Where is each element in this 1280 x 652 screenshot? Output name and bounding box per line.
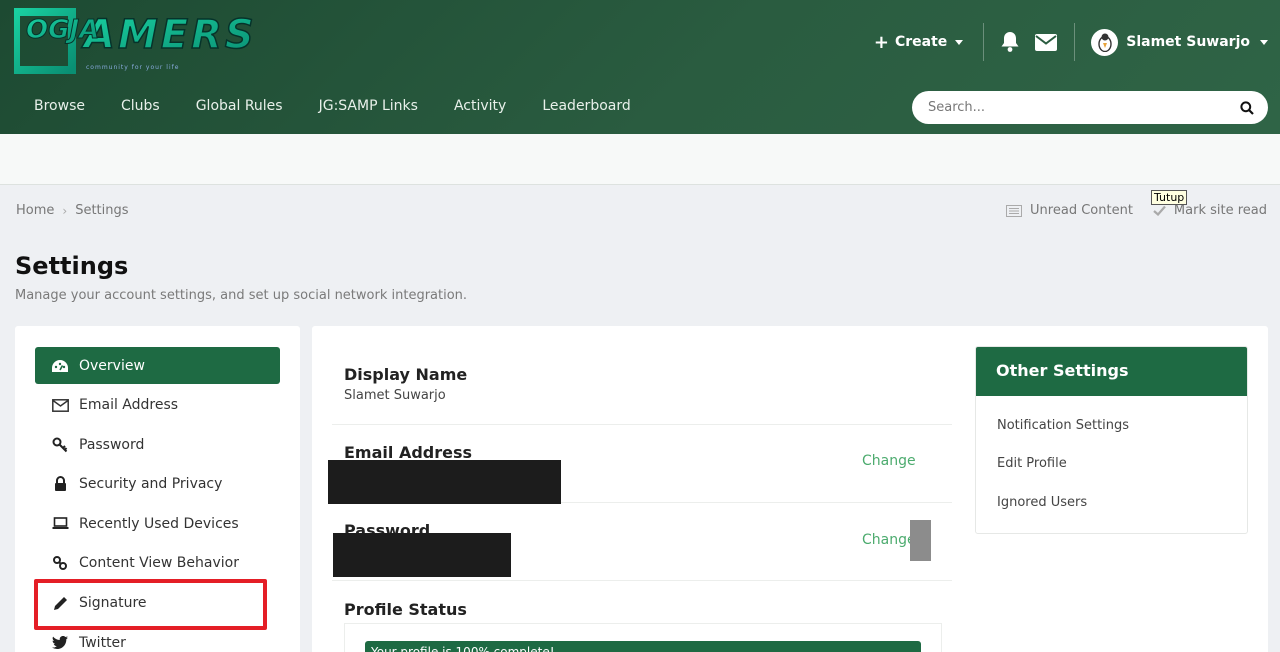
nav-activity[interactable]: Activity xyxy=(436,92,524,120)
display-name-row: Display Name Slamet Suwarjo xyxy=(332,326,952,425)
email-row: Email Address Change xyxy=(328,425,952,504)
breadcrumb-current[interactable]: Settings xyxy=(75,203,128,218)
profile-progress-fill: Your profile is 100% complete! xyxy=(365,641,921,652)
newspaper-icon xyxy=(1006,204,1023,217)
dashboard-icon xyxy=(51,357,69,375)
notifications-button[interactable] xyxy=(992,22,1028,62)
twitter-icon xyxy=(51,634,69,652)
top-actions: + Create Slamet Suwarjo xyxy=(874,22,1268,62)
link-icon xyxy=(51,554,69,572)
display-name-value: Slamet Suwarjo xyxy=(344,388,446,403)
lock-icon xyxy=(51,475,69,493)
sidebar-item-security-and-privacy[interactable]: Security and Privacy xyxy=(35,466,280,503)
sidebar-item-email-address[interactable]: Email Address xyxy=(35,387,280,424)
profile-progress-box: Your profile is 100% complete! xyxy=(344,623,942,652)
signature-highlight-box xyxy=(34,579,267,630)
header-band xyxy=(0,134,1280,185)
sidebar-item-label: Security and Privacy xyxy=(79,476,223,493)
sidebar-item-overview[interactable]: Overview xyxy=(35,347,280,384)
laptop-icon xyxy=(51,515,69,533)
nav-leaderboard[interactable]: Leaderboard xyxy=(524,92,648,120)
redacted-email xyxy=(328,460,561,504)
other-settings-list: Notification Settings Edit Profile Ignor… xyxy=(976,396,1247,522)
search-bar xyxy=(912,91,1268,124)
search-input[interactable] xyxy=(928,100,1240,115)
sidebar-item-recently-used-devices[interactable]: Recently Used Devices xyxy=(35,505,280,542)
nav-clubs[interactable]: Clubs xyxy=(103,92,178,120)
caret-down-icon xyxy=(1260,39,1268,45)
profile-status-label: Profile Status xyxy=(344,600,467,619)
create-label: Create xyxy=(894,34,948,50)
chevron-right-icon: › xyxy=(62,203,68,218)
messages-button[interactable] xyxy=(1028,22,1064,62)
user-menu-button[interactable]: Slamet Suwarjo xyxy=(1075,28,1268,56)
other-settings-title: Other Settings xyxy=(976,347,1247,396)
sidebar-item-label: Overview xyxy=(79,357,145,374)
sidebar-item-label: Email Address xyxy=(79,397,179,414)
envelope-icon xyxy=(51,396,69,414)
page-title: Settings xyxy=(15,252,129,280)
caret-down-icon xyxy=(955,39,964,45)
sidebar-item-password[interactable]: Password xyxy=(35,426,280,463)
breadcrumb: Home › Settings xyxy=(16,203,129,218)
mark-site-read-label: Mark site read xyxy=(1173,203,1267,218)
display-name-label: Display Name xyxy=(344,365,468,384)
breadcrumb-actions: Unread Content Mark site read xyxy=(1006,203,1267,218)
password-row: Password Change xyxy=(332,503,952,581)
create-button[interactable]: + Create xyxy=(874,32,983,53)
user-name: Slamet Suwarjo xyxy=(1126,34,1250,50)
scrollbar-thumb[interactable] xyxy=(910,520,931,561)
password-change-link[interactable]: Change xyxy=(862,532,916,548)
unread-content-label: Unread Content xyxy=(1030,203,1133,218)
page-description: Manage your account settings, and set up… xyxy=(15,288,468,303)
main-nav: Browse Clubs Global Rules JG:SAMP Links … xyxy=(16,92,649,120)
bell-icon xyxy=(1001,32,1019,52)
svg-text:OGJA: OGJA xyxy=(26,15,99,45)
breadcrumb-home[interactable]: Home xyxy=(16,203,54,218)
other-settings-panel: Other Settings Notification Settings Edi… xyxy=(975,346,1248,534)
search-icon[interactable] xyxy=(1240,100,1254,115)
sidebar-item-label: Recently Used Devices xyxy=(79,515,239,532)
sidebar-item-content-view-behavior[interactable]: Content View Behavior xyxy=(35,545,280,582)
email-change-link[interactable]: Change xyxy=(862,453,916,469)
mark-site-read-link[interactable]: Mark site read xyxy=(1153,203,1267,218)
notification-settings-link[interactable]: Notification Settings xyxy=(976,406,1247,445)
sidebar-item-label: Password xyxy=(79,436,145,453)
tooltip: Tutup xyxy=(1151,190,1188,205)
check-icon xyxy=(1153,205,1166,216)
nav-global-rules[interactable]: Global Rules xyxy=(178,92,301,120)
nav-browse[interactable]: Browse xyxy=(16,92,103,120)
plus-icon: + xyxy=(873,31,889,53)
redacted-password xyxy=(333,533,511,577)
key-icon xyxy=(51,436,69,454)
logo-tagline: community for your life xyxy=(86,64,180,71)
settings-overview: Display Name Slamet Suwarjo Email Addres… xyxy=(312,326,1268,652)
site-header: AMERS OGJA community for your life + Cre… xyxy=(0,0,1280,134)
svg-text:AMERS: AMERS xyxy=(81,12,257,58)
unread-content-link[interactable]: Unread Content xyxy=(1006,203,1133,218)
avatar xyxy=(1091,28,1119,56)
divider xyxy=(983,23,985,61)
ignored-users-link[interactable]: Ignored Users xyxy=(976,483,1247,522)
sidebar-item-label: Content View Behavior xyxy=(79,555,239,572)
profile-progress-bar: Your profile is 100% complete! xyxy=(365,641,921,652)
edit-profile-link[interactable]: Edit Profile xyxy=(976,445,1247,484)
avatar-image xyxy=(1098,33,1112,52)
sidebar-item-label: Twitter xyxy=(79,634,126,651)
envelope-icon xyxy=(1035,33,1058,51)
nav-jgsamp-links[interactable]: JG:SAMP Links xyxy=(301,92,436,120)
